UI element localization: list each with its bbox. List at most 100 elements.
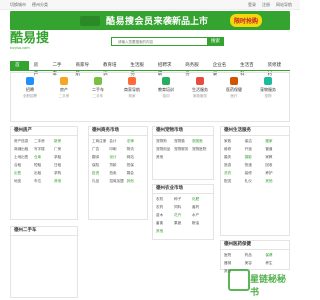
panel-link[interactable]: 法律 xyxy=(127,139,144,144)
panel-link[interactable]: 二手房 xyxy=(34,139,54,144)
panel-link[interactable]: 回收 xyxy=(265,163,286,168)
panel-link[interactable]: 礼仪 xyxy=(245,179,266,184)
panel-link[interactable]: 房产信息 xyxy=(14,139,34,144)
panel-link[interactable]: 保险 xyxy=(92,163,109,168)
panel-link[interactable]: 厂房 xyxy=(54,147,74,152)
panel-link[interactable]: 兽药 xyxy=(192,205,210,210)
panel-link[interactable]: 医院 xyxy=(224,253,245,258)
panel-link[interactable]: 礼品 xyxy=(92,179,109,184)
panel-link[interactable]: 家政 xyxy=(224,139,245,144)
panel-link[interactable]: 新房 xyxy=(54,139,74,144)
panel-link[interactable]: 养护 xyxy=(265,171,286,176)
nav-used-cars[interactable]: 二手车 xyxy=(47,61,70,77)
panel-link[interactable]: 广告 xyxy=(92,147,109,152)
nav-home[interactable]: 首页 xyxy=(10,61,29,77)
panel-link[interactable]: 商铺出租 xyxy=(14,147,34,152)
cat-medical[interactable]: 医药保健 医疗 xyxy=(219,77,249,99)
nav-jobs[interactable]: 招聘求职 xyxy=(153,61,180,77)
panel-link[interactable]: 婚庆 xyxy=(224,155,245,160)
panel-link[interactable]: 家教 xyxy=(265,155,286,160)
panel-link[interactable]: 印刷 xyxy=(109,147,126,152)
panel-link[interactable]: 宠物用品 xyxy=(156,147,174,152)
panel-link[interactable]: 保洁 xyxy=(245,139,266,144)
panel-link[interactable]: 果蔬 xyxy=(174,221,192,226)
panel-link[interactable]: 会计 xyxy=(109,139,126,144)
nav-life-services[interactable]: 生活服务 xyxy=(125,61,152,77)
register-link[interactable]: 注册 xyxy=(262,2,270,8)
panel-link[interactable]: 管道 xyxy=(265,147,286,152)
panel-link[interactable]: 其他 xyxy=(265,179,286,184)
panel-link[interactable]: 地皮 xyxy=(14,179,34,184)
panel-link[interactable]: 水产 xyxy=(192,213,210,218)
panel-link[interactable]: 担保 xyxy=(127,163,144,168)
panel-link[interactable]: 配送 xyxy=(224,179,245,184)
panel-link[interactable]: 其他 xyxy=(156,229,174,234)
panel-link[interactable]: 合租 xyxy=(14,163,34,168)
nav-education[interactable]: 教育培训 xyxy=(98,61,125,77)
panel-link[interactable]: 土地出售 xyxy=(14,155,34,160)
cat-merchants[interactable]: 商家导航 商家 xyxy=(117,77,147,99)
site-logo[interactable]: 酷易搜 kuyiso.com xyxy=(10,32,49,50)
panel-link[interactable]: 贷款 xyxy=(109,163,126,168)
panel-link[interactable]: 农药 xyxy=(156,205,174,210)
cat-education[interactable]: 教育培训 培训 xyxy=(151,77,181,99)
panel-link[interactable]: 粮油 xyxy=(192,221,210,226)
panel-link[interactable]: 投资 xyxy=(92,171,109,176)
panel-link[interactable]: 物流 xyxy=(127,147,144,152)
panel-link[interactable]: 快递 xyxy=(245,163,266,168)
cat-pets[interactable]: 宠物服务 宠物 xyxy=(253,77,283,99)
cat-usedcars[interactable]: 二手车 二手车 xyxy=(83,77,113,99)
panel-link[interactable]: 宠物医院 xyxy=(192,147,210,152)
site-nav-link[interactable]: 网站导航 xyxy=(276,2,292,8)
panel-link[interactable]: 苗木 xyxy=(156,213,174,218)
panel-link[interactable]: 短租 xyxy=(34,163,54,168)
panel-link[interactable]: 药品 xyxy=(245,253,266,258)
nav-business[interactable]: 商务服务 xyxy=(180,61,207,77)
panel-link[interactable]: 招商加盟 xyxy=(109,179,126,184)
panel-link[interactable]: 写字楼 xyxy=(34,147,54,152)
cat-services[interactable]: 生活服务 家政服务 xyxy=(185,77,215,99)
nav-encyclopedia[interactable]: 生活百科 xyxy=(235,61,262,77)
panel-link[interactable]: 出租 xyxy=(34,171,54,176)
banner-cta-button[interactable]: 限时抢购 xyxy=(230,14,263,27)
panel-link[interactable]: 洗衣 xyxy=(224,171,245,176)
panel-link[interactable]: 观赏鱼 xyxy=(192,139,210,144)
panel-link[interactable]: 日租 xyxy=(54,163,74,168)
panel-link[interactable]: 网站 xyxy=(127,155,144,160)
panel-link[interactable]: 翻译 xyxy=(92,155,109,160)
panel-link[interactable]: 仓库 xyxy=(34,155,54,160)
panel-link[interactable]: 旅游 xyxy=(224,163,245,168)
login-link[interactable]: 登录 xyxy=(248,2,256,8)
nav-companies[interactable]: 企业名录 xyxy=(208,61,235,77)
search-input[interactable] xyxy=(112,38,208,45)
panel-link[interactable]: 装修 xyxy=(245,171,266,176)
nav-decoration[interactable]: 装修建材 xyxy=(263,61,290,77)
panel-link[interactable]: 宠物狗 xyxy=(156,139,174,144)
panel-link[interactable]: 花卉 xyxy=(174,213,192,218)
cat-realestate[interactable]: 房产 二手房 xyxy=(49,77,79,99)
panel-link[interactable]: 畜禽 xyxy=(156,221,174,226)
panel-link[interactable]: 展会 xyxy=(127,171,144,176)
cat-jobs[interactable]: 招聘 全职招聘 xyxy=(15,77,45,99)
panel-link[interactable]: 摄影 xyxy=(245,155,266,160)
panel-link[interactable]: 保健 xyxy=(265,253,286,258)
panel-link[interactable]: 宠物服务 xyxy=(174,147,192,152)
panel-link[interactable]: 饲料 xyxy=(174,205,192,210)
nav-realestate[interactable]: 房产 xyxy=(29,61,48,77)
panel-link[interactable]: 搬家 xyxy=(265,139,286,144)
search-button[interactable]: 搜索 xyxy=(207,37,224,46)
panel-link[interactable]: 种子 xyxy=(174,197,192,202)
panel-link[interactable]: 工商注册 xyxy=(92,139,109,144)
nav-merchants[interactable]: 商家导航 xyxy=(71,61,98,77)
panel-link[interactable]: 宠物猫 xyxy=(174,139,192,144)
panel-link[interactable]: 车位 xyxy=(34,179,54,184)
switch-city-link[interactable]: 切换城市 xyxy=(10,2,26,8)
panel-link[interactable]: 出售 xyxy=(14,171,34,176)
promo-banner[interactable]: 酷易搜会员来袭 新品上市 限时抢购 xyxy=(10,11,290,30)
panel-link[interactable]: 农机 xyxy=(156,197,174,202)
panel-link[interactable]: 求购 xyxy=(54,171,74,176)
panel-link[interactable]: 拍卖 xyxy=(109,171,126,176)
panel-link[interactable]: 求租 xyxy=(54,155,74,160)
panel-link[interactable]: 设计 xyxy=(109,155,126,160)
panel-link[interactable]: 其他 xyxy=(127,179,144,184)
